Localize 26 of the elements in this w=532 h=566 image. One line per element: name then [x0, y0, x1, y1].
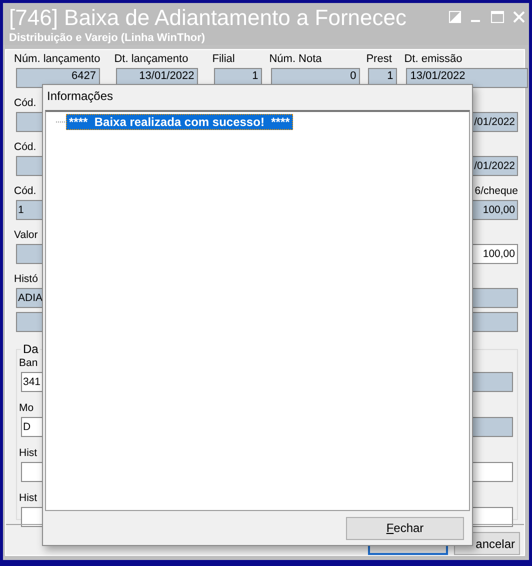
field-label: 6/cheque	[474, 184, 518, 198]
close-button[interactable]: Fechar	[346, 516, 464, 540]
field-label: Histó	[14, 272, 38, 286]
field-label: Prest	[366, 52, 393, 66]
field-label: Núm. Nota	[269, 52, 323, 66]
field-label: Dt. emissão	[404, 52, 464, 66]
field-label: Cód.	[14, 184, 36, 198]
tree-connector-icon	[56, 120, 66, 124]
window-title: [746] Baixa de Adiantamento a Fornecec	[9, 5, 406, 31]
field-label: Ban	[19, 356, 38, 370]
dialog-title: Informações	[46, 88, 114, 105]
field-label: Núm. lançamento	[14, 52, 100, 66]
window-subtitle: Distribuição e Varejo (Linha WinThor)	[9, 31, 206, 45]
field-label: Dt. lançamento	[114, 52, 190, 66]
message-item[interactable]: **** Baixa realizada com sucesso! ****	[66, 114, 293, 130]
field-label: Hist	[19, 446, 38, 460]
field-label: Filial	[212, 52, 236, 66]
restore-icon[interactable]	[449, 11, 461, 23]
group-title: Da	[22, 342, 40, 356]
field-label: Mo	[19, 401, 34, 415]
field-label: Valor	[14, 228, 38, 242]
field-label: Cód.	[14, 140, 36, 154]
field-label: Hist	[19, 491, 38, 505]
field-label: Cód.	[14, 96, 36, 110]
maximize-icon[interactable]	[491, 11, 504, 23]
close-icon[interactable]	[513, 11, 525, 23]
